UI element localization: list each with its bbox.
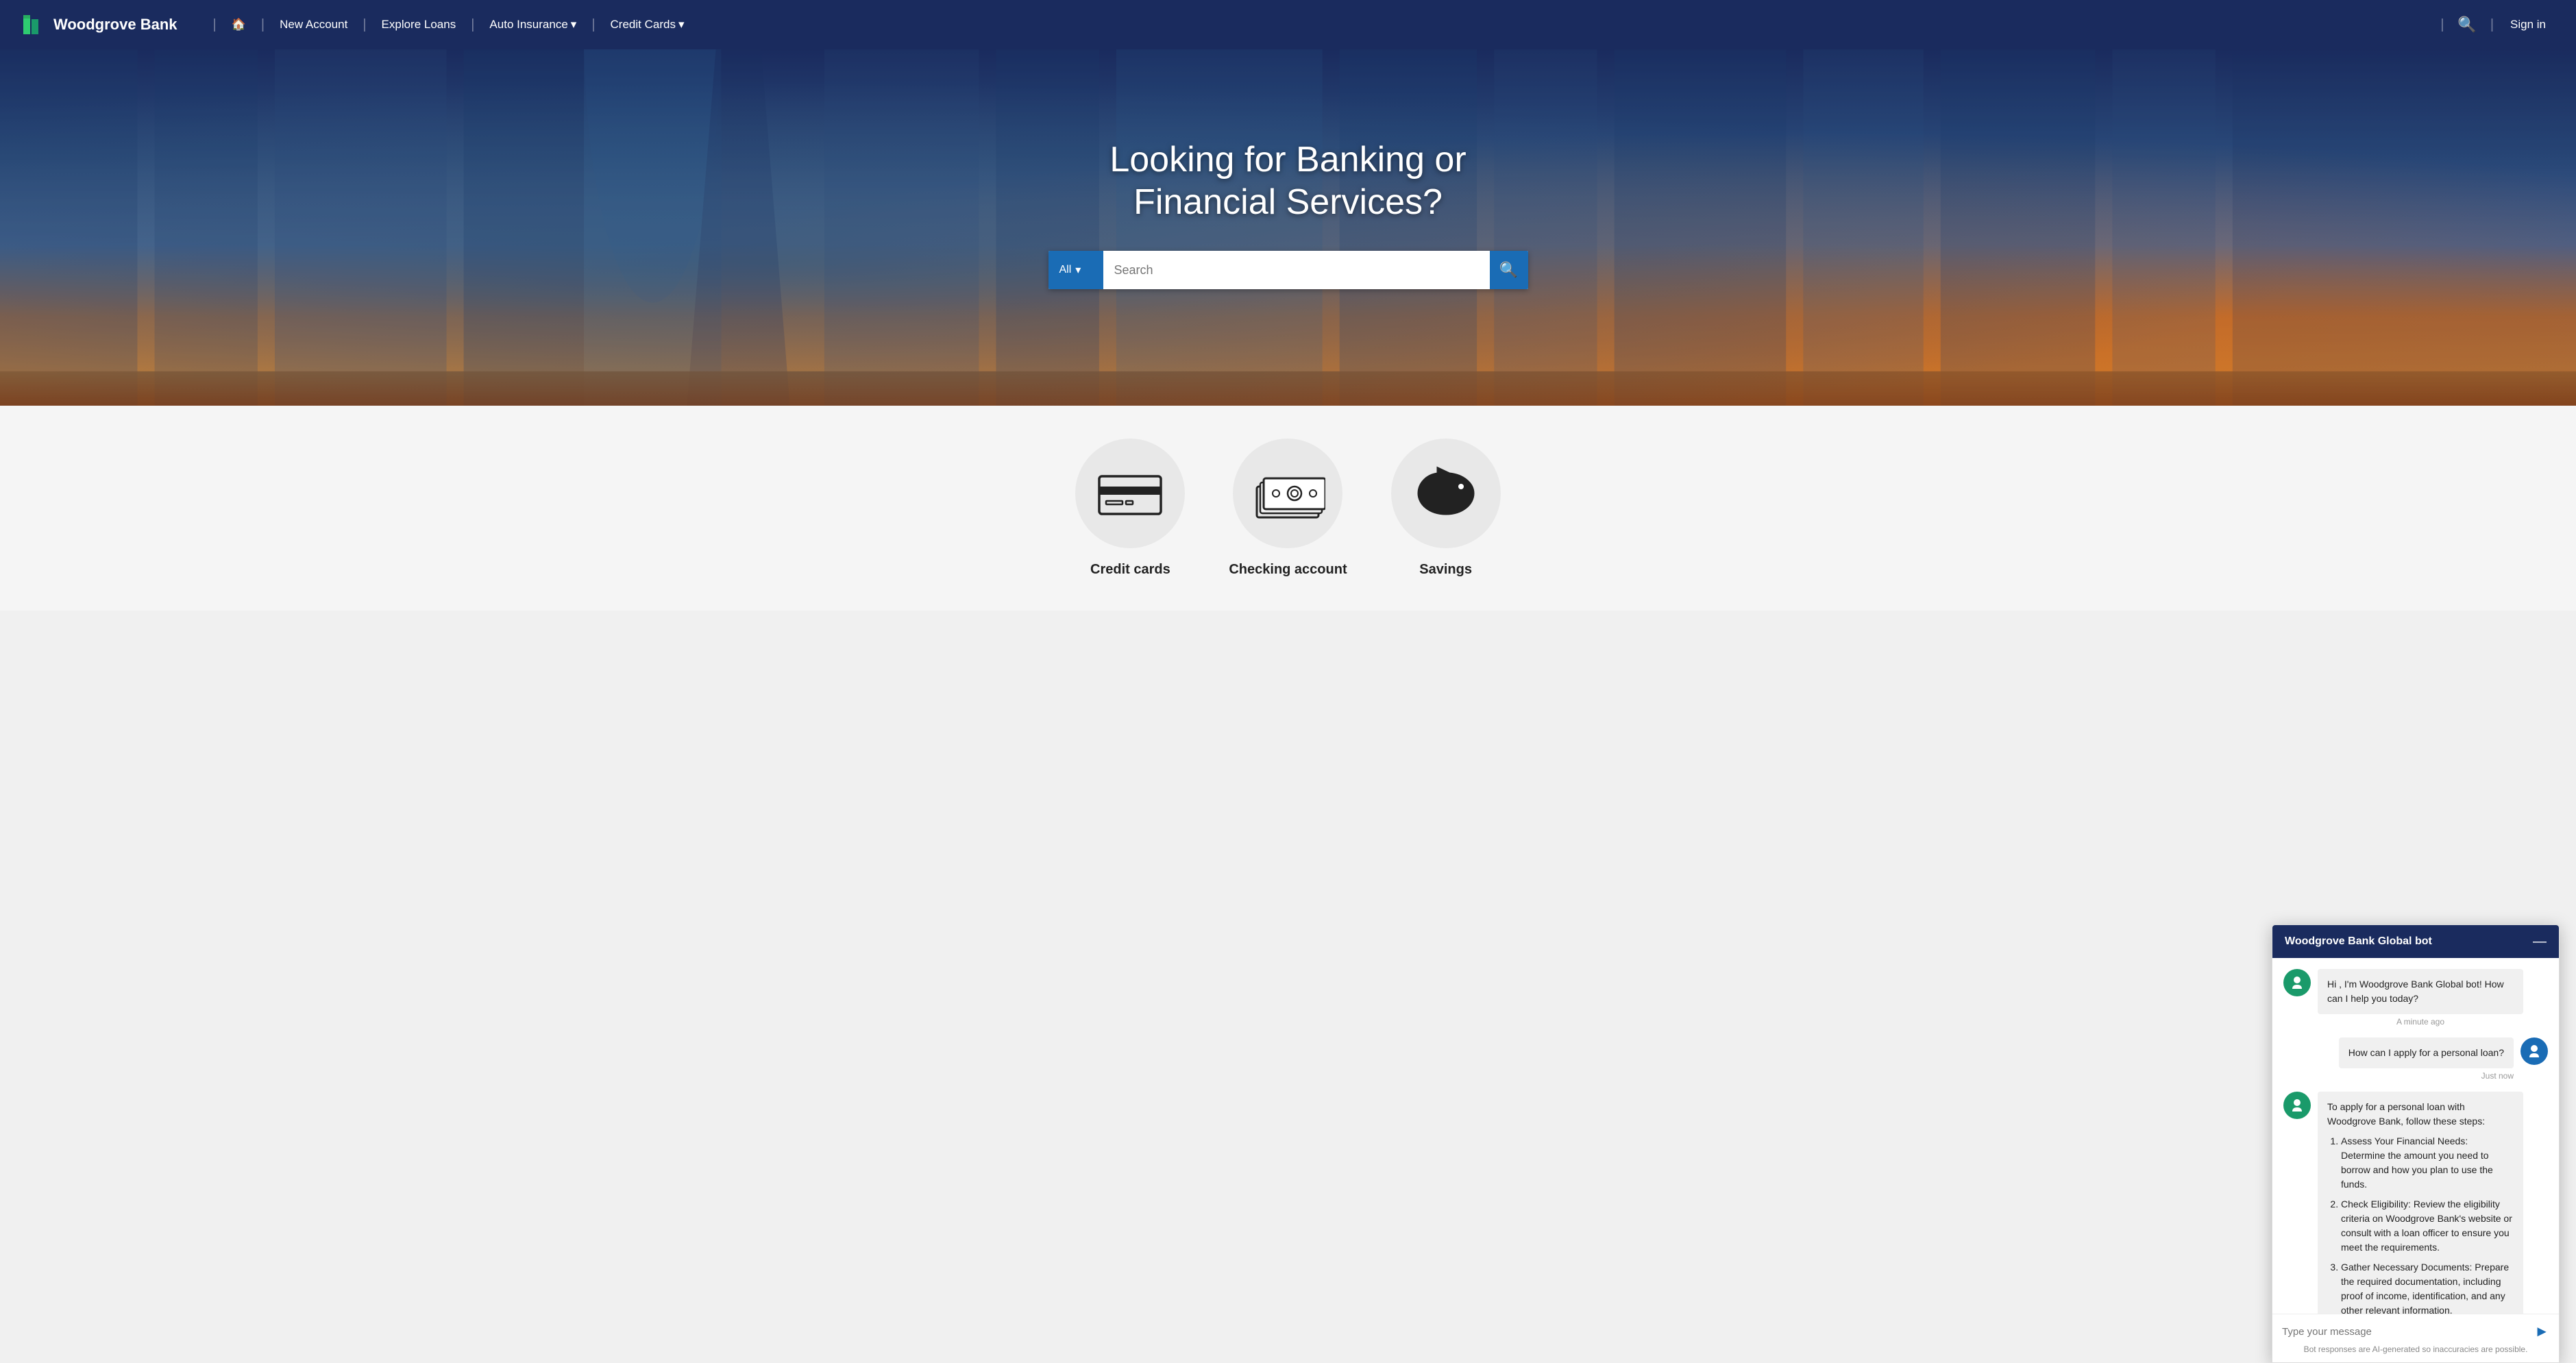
nav-new-account[interactable]: New Account [267, 12, 360, 37]
chatbot-input[interactable] [2282, 1326, 2529, 1338]
search-icon: 🔍 [2457, 16, 2476, 33]
brand-logo-link[interactable]: Woodgrove Bank [22, 12, 177, 37]
search-category-dropdown[interactable]: All ▾ [1048, 251, 1103, 289]
checking-account-label: Checking account [1229, 562, 1347, 578]
nav-divider-1: | [261, 17, 265, 33]
user-bubble-1: How can I apply for a personal loan? [2339, 1037, 2514, 1068]
search-submit-icon: 🔍 [1499, 261, 1518, 279]
credit-card-icon [1096, 469, 1164, 517]
search-button[interactable]: 🔍 [1490, 251, 1528, 289]
hero-title: Looking for Banking or Financial Service… [1048, 138, 1528, 224]
search-bar: All ▾ 🔍 [1048, 251, 1528, 289]
services-section: Credit cards Checking account [0, 406, 2576, 611]
nav-home[interactable]: 🏠 [219, 12, 258, 37]
hero-section: Looking for Banking or Financial Service… [0, 49, 2576, 406]
savings-icon-wrap [1391, 439, 1501, 548]
user-message-1: How can I apply for a personal loan? Jus… [2283, 1037, 2548, 1081]
hero-content: Looking for Banking or Financial Service… [1048, 138, 1528, 290]
nav-divider-0: | [213, 17, 217, 33]
bot-message-2: To apply for a personal loan with Woodgr… [2283, 1092, 2548, 1314]
brand-name: Woodgrove Bank [53, 16, 177, 34]
home-icon: 🏠 [232, 18, 246, 32]
nav-search-button[interactable]: 🔍 [2452, 10, 2481, 39]
navbar: Woodgrove Bank | 🏠 | New Account | Explo… [0, 0, 2576, 49]
chatbot-input-row: ► [2282, 1323, 2549, 1340]
nav-divider-5: | [2440, 17, 2444, 33]
dropdown-chevron-icon: ▾ [1075, 263, 1081, 277]
chatbot-container: Woodgrove Bank Global bot — Hi , I'm Woo… [2272, 924, 2560, 1363]
checking-account-icon [1250, 466, 1325, 521]
bot-message-1-time: A minute ago [2318, 1017, 2523, 1027]
nav-credit-cards[interactable]: Credit Cards ▾ [598, 12, 697, 37]
bot-bubble-2: To apply for a personal loan with Woodgr… [2318, 1092, 2523, 1314]
main-nav: | 🏠 | New Account | Explore Loans | Auto… [210, 12, 2438, 37]
chatbot-disclaimer: Bot responses are AI-generated so inaccu… [2282, 1344, 2549, 1354]
credit-cards-dropdown-icon: ▾ [678, 18, 685, 32]
chatbot-send-button[interactable]: ► [2534, 1323, 2549, 1340]
chatbot-minimize-button[interactable]: — [2533, 935, 2547, 948]
send-icon: ► [2534, 1323, 2549, 1340]
savings-icon [1412, 463, 1480, 524]
nav-explore-loans[interactable]: Explore Loans [369, 12, 469, 37]
bot-bubble-1: Hi , I'm Woodgrove Bank Global bot! How … [2318, 969, 2523, 1014]
nav-divider-6: | [2490, 17, 2494, 33]
brand-logo [22, 12, 47, 37]
chatbot-messages[interactable]: Hi , I'm Woodgrove Bank Global bot! How … [2272, 958, 2559, 1314]
chatbot-footer: ► Bot responses are AI-generated so inac… [2272, 1314, 2559, 1362]
checking-account-icon-wrap [1233, 439, 1342, 548]
credit-cards-icon-wrap [1075, 439, 1185, 548]
steps-list: Assess Your Financial Needs: Determine t… [2327, 1134, 2514, 1314]
service-savings[interactable]: Savings [1391, 439, 1501, 578]
nav-actions: | 🔍 | Sign in [2438, 10, 2554, 39]
signin-link[interactable]: Sign in [2502, 12, 2554, 37]
chatbot-title: Woodgrove Bank Global bot [2285, 935, 2432, 948]
service-credit-cards[interactable]: Credit cards [1075, 439, 1185, 578]
step-3: Gather Necessary Documents: Prepare the … [2341, 1260, 2514, 1314]
user-avatar-1 [2520, 1037, 2548, 1065]
nav-divider-2: | [363, 17, 366, 33]
search-input[interactable] [1103, 251, 1490, 289]
bot-avatar-2 [2283, 1092, 2311, 1119]
user-message-1-time: Just now [2339, 1071, 2514, 1081]
step-2: Check Eligibility: Review the eligibilit… [2341, 1197, 2514, 1255]
service-checking-account[interactable]: Checking account [1229, 439, 1347, 578]
search-category-label: All [1059, 264, 1072, 276]
step-1: Assess Your Financial Needs: Determine t… [2341, 1134, 2514, 1192]
auto-insurance-dropdown-icon: ▾ [571, 18, 577, 32]
bot-avatar-1 [2283, 969, 2311, 996]
nav-divider-3: | [471, 17, 474, 33]
savings-label: Savings [1419, 562, 1472, 578]
nav-divider-4: | [591, 17, 595, 33]
nav-auto-insurance[interactable]: Auto Insurance ▾ [477, 12, 589, 37]
credit-cards-label: Credit cards [1090, 562, 1170, 578]
bot-message-1: Hi , I'm Woodgrove Bank Global bot! How … [2283, 969, 2548, 1027]
chatbot-header: Woodgrove Bank Global bot — [2272, 925, 2559, 958]
